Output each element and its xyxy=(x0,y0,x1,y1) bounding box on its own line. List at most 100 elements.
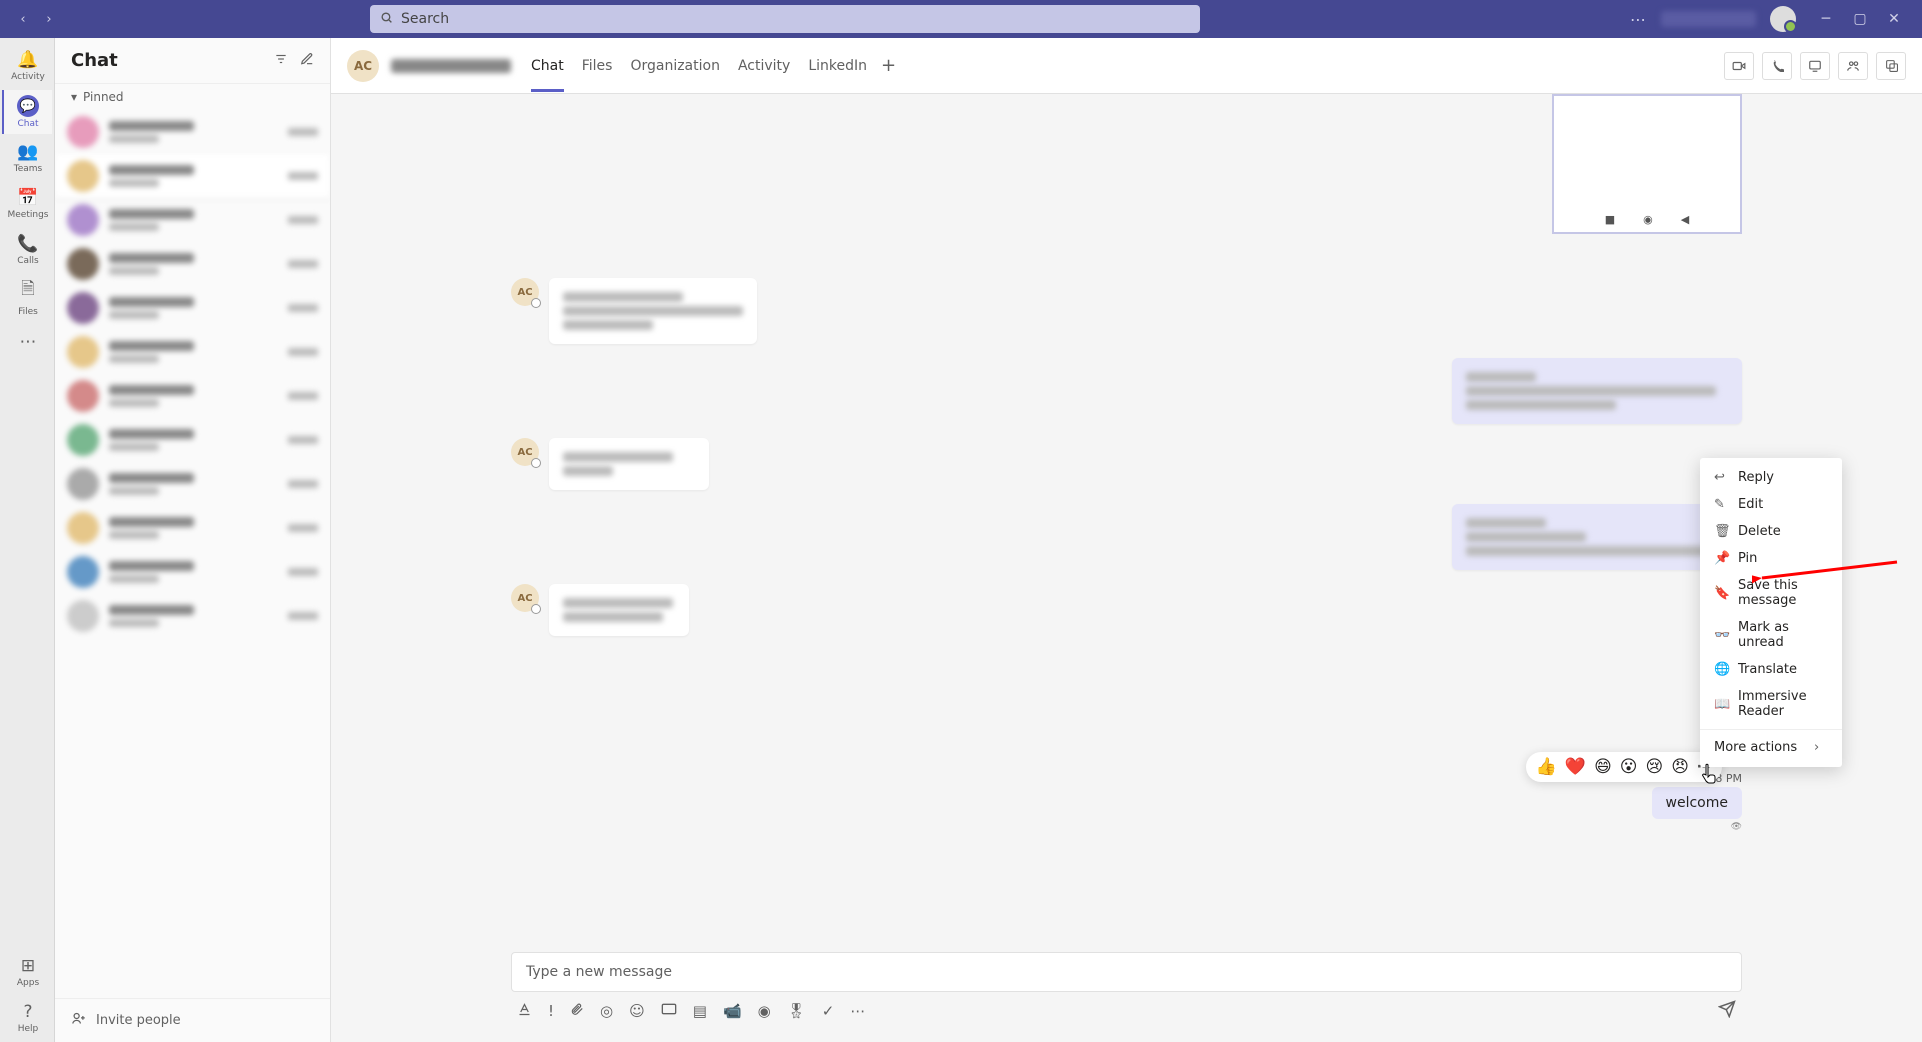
rail-chat[interactable]: 💬 Chat xyxy=(2,90,52,134)
more-compose-button[interactable]: ⋯ xyxy=(850,1002,865,1020)
chat-list-panel: Chat ▾ Pinned xyxy=(55,38,331,1042)
contact-avatar[interactable]: AC xyxy=(347,50,379,82)
tab-activity[interactable]: Activity xyxy=(738,41,790,91)
chat-list-item[interactable] xyxy=(55,374,330,418)
chat-list-item[interactable] xyxy=(55,242,330,286)
message-input[interactable]: Type a new message xyxy=(511,952,1742,992)
chat-list-item[interactable] xyxy=(55,198,330,242)
received-message[interactable]: AC xyxy=(511,438,1742,490)
rail-help[interactable]: ? Help xyxy=(2,996,52,1040)
rail-label: Activity xyxy=(11,72,45,82)
message-context-menu: ↩ Reply ✎ Edit 🗑 Delete 📌 Pin 🔖 Sav xyxy=(1700,458,1842,767)
chat-list-item[interactable] xyxy=(55,594,330,638)
received-message[interactable]: AC xyxy=(511,584,1742,636)
apps-icon: ⊞ xyxy=(21,956,35,976)
rail-apps[interactable]: ⊞ Apps xyxy=(2,950,52,994)
video-call-button[interactable] xyxy=(1724,52,1754,80)
more-options-button[interactable]: ⋯ xyxy=(1630,10,1647,29)
window-minimize-button[interactable]: ─ xyxy=(1810,5,1842,33)
reaction-picker: 👍 ❤️ 😄 😮 😢 😠 ⋯ xyxy=(1526,752,1722,782)
menu-label: Translate xyxy=(1738,662,1797,677)
stream-button[interactable]: ◉ xyxy=(758,1002,771,1020)
sent-message[interactable] xyxy=(511,504,1742,570)
stop-icon[interactable]: ■ xyxy=(1605,213,1615,226)
chat-list-item[interactable] xyxy=(55,418,330,462)
search-input[interactable]: Search xyxy=(370,5,1200,33)
gif-button[interactable] xyxy=(661,1002,677,1020)
loop-button[interactable]: ◎ xyxy=(600,1002,613,1020)
audio-call-button[interactable] xyxy=(1762,52,1792,80)
praise-button[interactable]: 🎖 xyxy=(787,1002,806,1020)
attach-button[interactable] xyxy=(570,1002,584,1020)
tab-organization[interactable]: Organization xyxy=(630,41,720,91)
new-chat-button[interactable] xyxy=(300,52,314,70)
chat-list-item[interactable] xyxy=(55,330,330,374)
send-button[interactable] xyxy=(1718,1000,1736,1022)
messages-scroll-area[interactable]: ■ ◉ ◀ AC xyxy=(331,94,1922,942)
record-icon[interactable]: ◉ xyxy=(1643,213,1653,226)
menu-label: Reply xyxy=(1738,470,1774,485)
format-button[interactable] xyxy=(517,1002,532,1021)
message-bubble: welcome xyxy=(1652,787,1742,819)
reaction-like[interactable]: 👍 xyxy=(1536,757,1557,777)
reaction-angry[interactable]: 😠 xyxy=(1671,757,1689,777)
reaction-sad[interactable]: 😢 xyxy=(1646,757,1664,777)
menu-item-more-actions[interactable]: More actions › xyxy=(1700,734,1842,761)
sent-message[interactable] xyxy=(511,358,1742,424)
rail-label: Chat xyxy=(17,119,38,129)
menu-item-reply[interactable]: ↩ Reply xyxy=(1700,464,1842,491)
sticker-button[interactable]: ▤ xyxy=(693,1002,707,1020)
rail-more[interactable]: ⋯ xyxy=(2,320,52,364)
schedule-meeting-button[interactable]: 📹 xyxy=(723,1002,742,1020)
tab-linkedin[interactable]: LinkedIn xyxy=(808,41,867,91)
play-icon[interactable]: ◀ xyxy=(1681,213,1689,226)
menu-item-delete[interactable]: 🗑 Delete xyxy=(1700,518,1842,545)
nav-forward-button[interactable]: › xyxy=(38,8,60,30)
add-people-button[interactable] xyxy=(1838,52,1868,80)
nav-back-button[interactable]: ‹ xyxy=(12,8,34,30)
chat-list-item[interactable] xyxy=(55,506,330,550)
chevron-down-icon: ▾ xyxy=(71,90,77,104)
reaction-laugh[interactable]: 😄 xyxy=(1594,757,1612,777)
reaction-heart[interactable]: ❤️ xyxy=(1565,757,1586,777)
rail-files[interactable]: 🗎 Files xyxy=(2,274,52,318)
emoji-button[interactable]: ☺ xyxy=(629,1002,645,1020)
chat-list-item[interactable] xyxy=(55,154,330,198)
rail-calls[interactable]: 📞 Calls xyxy=(2,228,52,272)
screen-share-button[interactable] xyxy=(1800,52,1830,80)
chat-header: AC Chat Files Organization Activity Link… xyxy=(331,38,1922,94)
menu-item-edit[interactable]: ✎ Edit xyxy=(1700,491,1842,518)
reaction-surprised[interactable]: 😮 xyxy=(1620,757,1638,777)
chat-list-item[interactable] xyxy=(55,462,330,506)
menu-item-save[interactable]: 🔖 Save this message xyxy=(1700,572,1842,614)
rail-meetings[interactable]: 📅 Meetings xyxy=(2,182,52,226)
rail-activity[interactable]: 🔔 Activity xyxy=(2,44,52,88)
priority-button[interactable]: ! xyxy=(548,1002,554,1020)
popout-chat-button[interactable] xyxy=(1876,52,1906,80)
compose-area: Type a new message ! ◎ ☺ ▤ 📹 ◉ 🎖 xyxy=(331,942,1922,1042)
window-maximize-button[interactable]: ▢ xyxy=(1844,5,1876,33)
menu-item-immersive-reader[interactable]: 📖 Immersive Reader xyxy=(1700,683,1842,725)
rail-teams[interactable]: 👥 Teams xyxy=(2,136,52,180)
invite-people-button[interactable]: Invite people xyxy=(55,998,330,1042)
menu-item-mark-unread[interactable]: 👓 Mark as unread xyxy=(1700,614,1842,656)
chat-list-item[interactable] xyxy=(55,286,330,330)
account-avatar-button[interactable] xyxy=(1770,6,1796,32)
rail-label: Meetings xyxy=(8,210,49,220)
more-icon: ⋯ xyxy=(20,332,37,352)
tab-files[interactable]: Files xyxy=(582,41,613,91)
menu-item-translate[interactable]: 🌐 Translate xyxy=(1700,656,1842,683)
received-message[interactable]: AC xyxy=(511,278,1742,344)
pinned-section-header[interactable]: ▾ Pinned xyxy=(55,84,330,110)
chat-list-item[interactable] xyxy=(55,550,330,594)
window-close-button[interactable]: ✕ xyxy=(1878,5,1910,33)
compose-toolbar: ! ◎ ☺ ▤ 📹 ◉ 🎖 ✓ ⋯ xyxy=(511,1000,1742,1022)
tab-chat[interactable]: Chat xyxy=(531,41,564,91)
add-tab-button[interactable]: + xyxy=(881,55,896,76)
approvals-button[interactable]: ✓ xyxy=(822,1002,835,1020)
menu-item-pin[interactable]: 📌 Pin xyxy=(1700,545,1842,572)
contact-name xyxy=(391,59,511,73)
filter-button[interactable] xyxy=(274,52,288,70)
message-image-attachment[interactable]: ■ ◉ ◀ xyxy=(1552,94,1742,234)
chat-list-item[interactable] xyxy=(55,110,330,154)
